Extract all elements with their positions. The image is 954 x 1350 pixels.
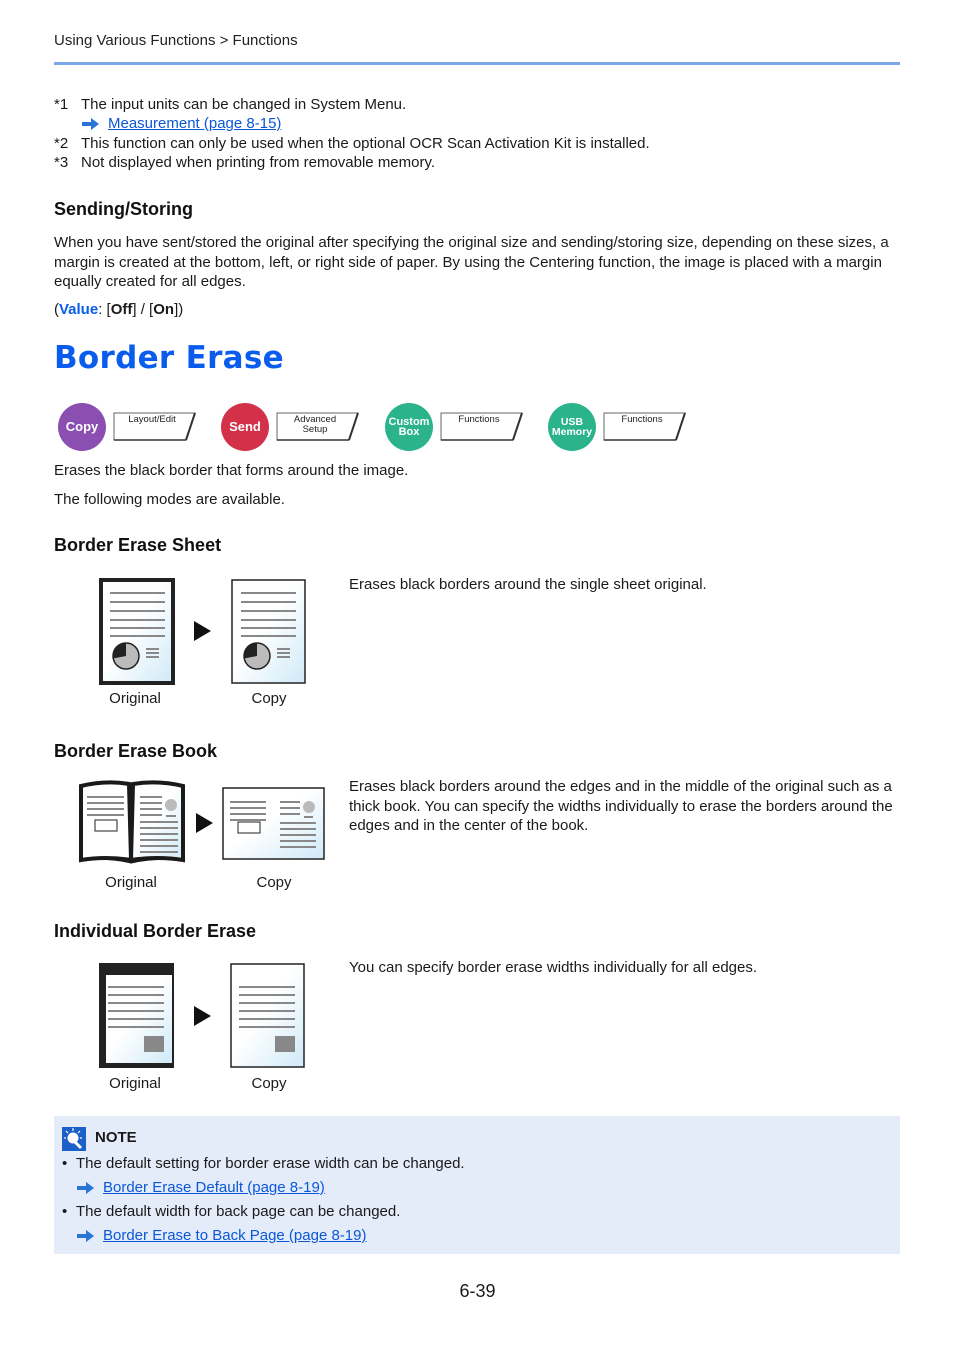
sending-storing-heading: Sending/Storing — [54, 199, 193, 219]
footnote-text: Not displayed when printing from removab… — [81, 154, 436, 171]
individual-border-erase-heading: Individual Border Erase — [54, 921, 257, 941]
footnote-mark: *2 — [54, 135, 69, 152]
tab-label: Layout/Edit — [128, 414, 176, 425]
note-item-text: The default width for back page can be c… — [76, 1203, 401, 1220]
note-link-row-2: Border Erase to Back Page (page 8-19) — [77, 1227, 366, 1244]
original-caption: Original — [109, 1075, 161, 1092]
bullet: • — [62, 1203, 68, 1220]
note-title: NOTE — [95, 1129, 137, 1146]
border-erase-sheet-illustration — [99, 578, 306, 685]
value-off: Off — [110, 301, 133, 318]
intro-text: Erases the black border that forms aroun… — [54, 462, 409, 479]
individual-border-erase-illustration — [99, 963, 305, 1068]
border-erase-back-page-link[interactable]: Border Erase to Back Page (page 8-19) — [103, 1227, 366, 1244]
footnote-1: *1 The input units can be changed in Syst… — [54, 96, 406, 113]
border-erase-sheet-description: Erases black borders around the single s… — [349, 576, 707, 593]
tab-label: Advanced Setup — [293, 414, 337, 435]
usb-memory-mode-badge: USB Memory — [548, 403, 596, 451]
individual-border-erase-description: You can specify border erase widths indi… — [349, 959, 758, 976]
value-on: On — [153, 301, 175, 318]
page-number: 6-39 — [459, 1281, 496, 1301]
sep: ] / [ — [132, 301, 154, 318]
arrow-right-icon — [82, 118, 100, 130]
layout-edit-tab: Layout/Edit — [113, 412, 197, 441]
footnote-mark: *3 — [54, 154, 69, 171]
copy-mode-badge: Copy — [58, 403, 106, 451]
border-erase-sheet-heading: Border Erase Sheet — [54, 535, 222, 555]
footnote-3: *3 Not displayed when printing from remov… — [54, 154, 435, 171]
bullet: • — [62, 1155, 68, 1172]
border-erase-book-heading: Border Erase Book — [54, 741, 218, 761]
footnote-mark: *1 — [54, 96, 69, 113]
page-title: Border Erase — [54, 340, 284, 376]
send-mode-badge: Send — [221, 403, 269, 451]
border-erase-book-description: Erases black borders around the edges an… — [349, 778, 893, 834]
custom-box-mode-badge: Custom Box — [385, 403, 433, 451]
custom-box-functions-tab: Functions — [440, 412, 524, 441]
tab-label: Functions — [458, 414, 500, 425]
original-caption: Original — [109, 690, 161, 707]
copy-caption: Copy — [256, 874, 292, 891]
header-divider — [54, 62, 900, 65]
sending-storing-body: When you have sent/stored the original a… — [54, 234, 889, 290]
paren: ]) — [174, 301, 184, 318]
breadcrumb: Using Various Functions > Functions — [54, 32, 298, 49]
measurement-link[interactable]: Measurement (page 8-15) — [108, 115, 281, 132]
usb-functions-tab: Functions — [603, 412, 687, 441]
footnote-text: This function can only be used when the … — [81, 135, 650, 152]
modes-intro-text: The following modes are available. — [54, 491, 285, 508]
footnote-1-link-row: Measurement (page 8-15) — [82, 115, 281, 132]
arrow-right-icon — [77, 1230, 95, 1242]
border-erase-book-illustration — [78, 780, 325, 864]
note-lightbulb-icon — [62, 1127, 86, 1151]
tab-label: Functions — [621, 414, 663, 425]
border-erase-default-link[interactable]: Border Erase Default (page 8-19) — [103, 1179, 325, 1196]
arrow-right-icon — [77, 1182, 95, 1194]
footnote-text: The input units can be changed in System… — [81, 96, 407, 113]
value-line: (Value: [Off] / [On]) — [54, 300, 904, 320]
advanced-setup-tab: Advanced Setup — [276, 412, 360, 441]
sep: : [ — [98, 301, 111, 318]
note-link-row-1: Border Erase Default (page 8-19) — [77, 1179, 325, 1196]
note-item-2: • The default width for back page can be … — [62, 1203, 400, 1220]
note-item-text: The default setting for border erase wid… — [76, 1155, 465, 1172]
note-item-1: • The default setting for border erase wi… — [62, 1155, 465, 1172]
copy-caption: Copy — [251, 690, 287, 707]
copy-caption: Copy — [251, 1075, 287, 1092]
footnote-2: *2 This function can only be used when th… — [54, 135, 650, 152]
original-caption: Original — [105, 874, 157, 891]
value-label: Value — [59, 301, 99, 318]
